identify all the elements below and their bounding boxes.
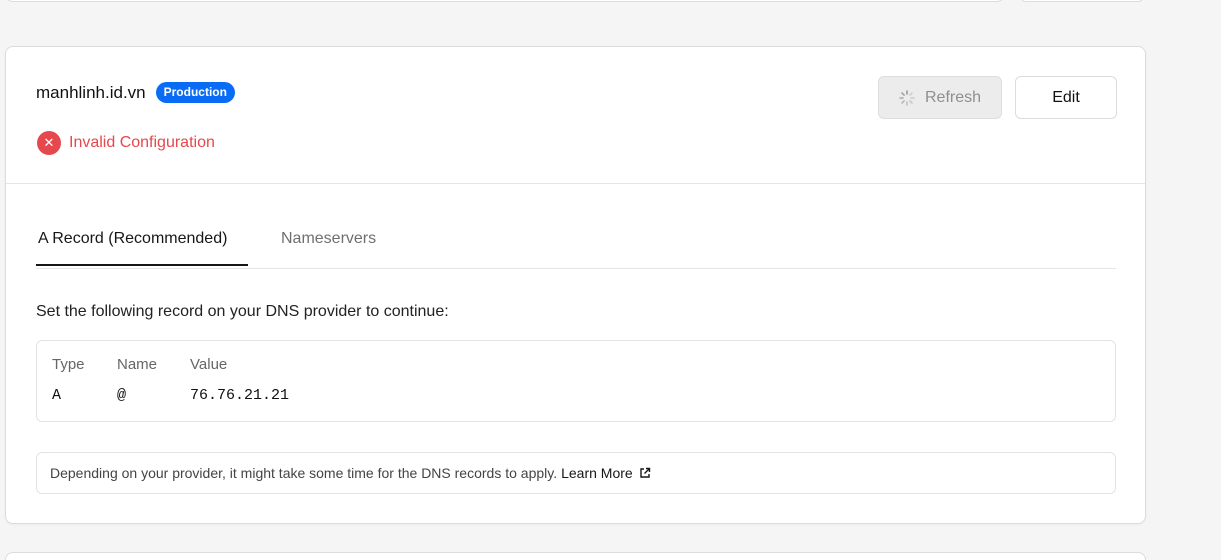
domain-card-header: manhlinh.id.vn Production ✕ Invalid Conf… bbox=[6, 47, 1145, 184]
record-tabs: A Record (Recommended) Nameservers bbox=[36, 217, 1116, 269]
domain-title-row: manhlinh.id.vn Production bbox=[36, 82, 235, 103]
refresh-button-label: Refresh bbox=[924, 88, 982, 106]
column-header-name: Name bbox=[117, 356, 158, 373]
tab-nameservers[interactable]: Nameservers bbox=[281, 230, 376, 264]
propagation-note: Depending on your provider, it might tak… bbox=[36, 452, 1116, 494]
record-name[interactable]: @ bbox=[117, 387, 126, 404]
spinner-icon bbox=[899, 89, 915, 106]
learn-more-link[interactable]: Learn More bbox=[561, 465, 651, 481]
domain-name[interactable]: manhlinh.id.vn bbox=[36, 83, 146, 103]
column-header-type: Type bbox=[52, 356, 85, 373]
tab-a-record[interactable]: A Record (Recommended) bbox=[36, 230, 248, 266]
instructions-text: Set the following record on your DNS pro… bbox=[36, 303, 449, 320]
next-card bbox=[5, 552, 1146, 560]
record-value[interactable]: 76.76.21.21 bbox=[190, 387, 289, 404]
environment-badge: Production bbox=[155, 82, 235, 103]
record-type[interactable]: A bbox=[52, 387, 61, 404]
dns-record-table: Type Name Value A @ 76.76.21.21 bbox=[36, 340, 1116, 422]
previous-card bbox=[5, 0, 1005, 2]
edit-button[interactable]: Edit bbox=[1015, 76, 1117, 119]
note-text: Depending on your provider, it might tak… bbox=[50, 465, 558, 481]
status-text: Invalid Configuration bbox=[69, 134, 215, 151]
learn-more-label: Learn More bbox=[561, 465, 633, 481]
edit-button-label: Edit bbox=[1052, 88, 1080, 106]
refresh-button[interactable]: Refresh bbox=[878, 76, 1002, 119]
domain-card: manhlinh.id.vn Production ✕ Invalid Conf… bbox=[5, 46, 1146, 524]
status-row: ✕ Invalid Configuration bbox=[37, 131, 215, 155]
x-circle-icon: ✕ bbox=[37, 131, 61, 155]
external-link-icon bbox=[640, 467, 650, 478]
column-header-value: Value bbox=[190, 356, 228, 373]
previous-card-button[interactable] bbox=[1020, 0, 1144, 2]
